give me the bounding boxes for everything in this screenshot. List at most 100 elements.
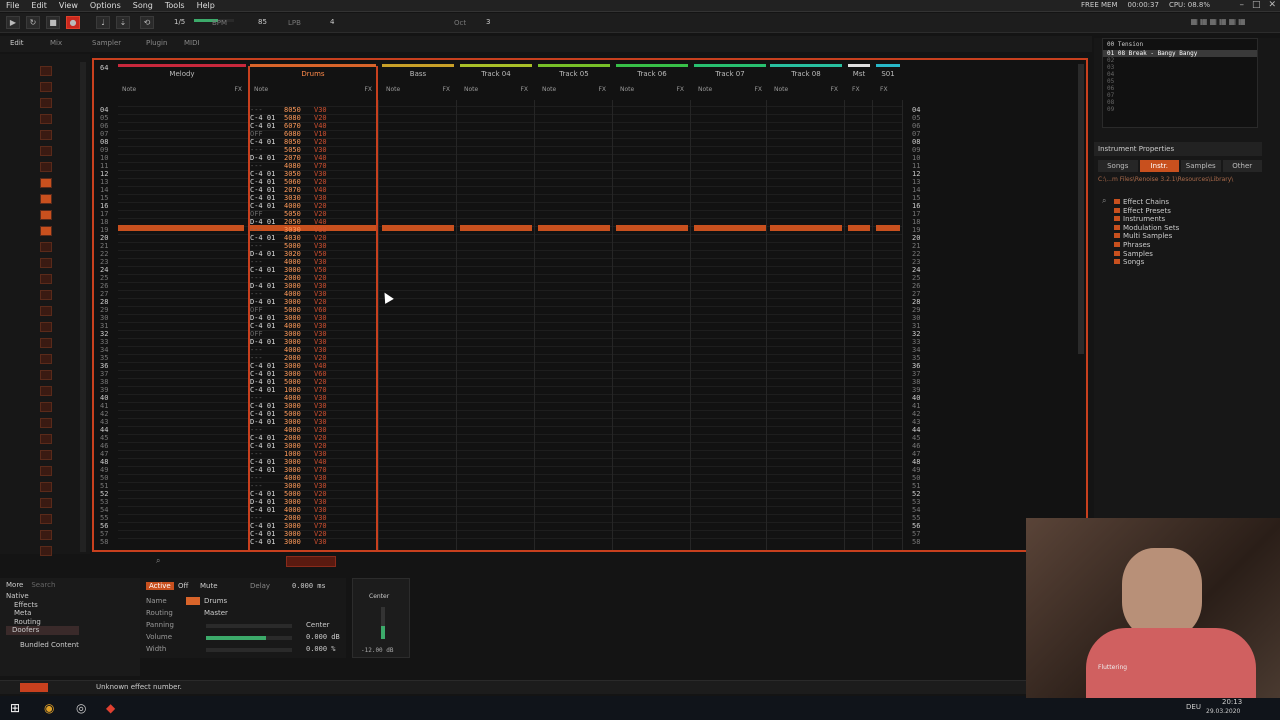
tab-more[interactable]: More [6,581,23,589]
sequence-slot[interactable] [40,274,52,284]
sequence-slot[interactable] [40,418,52,428]
instrument-item[interactable]: 09 [1103,106,1257,113]
volume-slider[interactable] [206,636,292,640]
instrument-properties-header[interactable]: Instrument Properties [1094,142,1262,156]
chrome-icon[interactable]: ◉ [44,701,54,715]
sequence-slot[interactable] [40,466,52,476]
folder-item[interactable]: Modulation Sets [1114,224,1179,233]
clock-date[interactable]: 29.03.2020 [1206,708,1240,715]
mute-solo-buttons[interactable] [286,556,336,567]
sequence-slot[interactable] [40,322,52,332]
off-toggle[interactable]: Off [178,582,188,590]
loop-icon[interactable]: ↻ [26,16,40,29]
track-header-track04[interactable]: Track 04 Note FX [460,64,532,100]
sequence-slot[interactable] [40,498,52,508]
sequence-slot[interactable] [40,370,52,380]
lpb-value[interactable]: 4 [330,18,334,26]
tab-plugin[interactable]: Plugin [146,39,167,47]
menu-options[interactable]: Options [84,1,127,10]
metronome-icon[interactable]: ♩ [96,16,110,29]
sequence-slot[interactable] [40,514,52,524]
sequence-slot[interactable] [40,82,52,92]
tab-instruments[interactable]: Instr. [1139,160,1179,172]
track-name-field[interactable]: Drums [204,597,227,605]
language-indicator[interactable]: DEU [1186,703,1201,711]
track-color-swatch[interactable] [186,597,200,605]
sequence-slot[interactable] [40,66,52,76]
instrument-list[interactable]: 00 Tension 01 08 Break - Bangy Bangy 02 … [1102,38,1258,128]
sequence-slot[interactable] [40,482,52,492]
menu-edit[interactable]: Edit [25,1,53,10]
instrument-item[interactable]: 08 [1103,99,1257,106]
bpm-value[interactable]: 85 [258,18,267,26]
tree-item-selected[interactable]: Doofers [6,626,79,635]
search-icon[interactable]: ⌕ [1102,196,1106,206]
mute-toggle[interactable]: Mute [200,582,218,590]
tab-songs[interactable]: Songs [1098,160,1138,172]
maximize-icon[interactable]: □ [1252,0,1261,10]
sequencer-scrollbar[interactable] [80,62,86,552]
pattern-scrollbar[interactable] [1078,64,1084,354]
instrument-item[interactable]: 03 [1103,64,1257,71]
track-header-track05[interactable]: Track 05 Note FX [538,64,610,100]
sequence-slot[interactable] [40,130,52,140]
tab-mix[interactable]: Mix [50,39,62,47]
routing-select[interactable]: Master [204,609,228,617]
sequence-slot[interactable] [40,546,52,556]
menu-song[interactable]: Song [127,1,159,10]
panning-slider[interactable] [206,624,292,628]
active-toggle[interactable]: Active [146,582,174,590]
sequence-slot[interactable] [40,114,52,124]
sequence-slot[interactable] [40,450,52,460]
sequence-slot[interactable] [40,306,52,316]
tree-item[interactable]: Effects [6,601,79,610]
instrument-item[interactable]: 06 [1103,85,1257,92]
menu-view[interactable]: View [53,1,84,10]
instrument-item[interactable]: 02 [1103,57,1257,64]
menu-tools[interactable]: Tools [159,1,191,10]
instrument-item-selected[interactable]: 01 08 Break - Bangy Bangy [1103,50,1257,57]
menu-help[interactable]: Help [191,1,221,10]
tree-item[interactable]: Native [6,592,79,601]
sequence-slot-active[interactable] [40,194,52,204]
track-header-bass[interactable]: Bass Note FX [382,64,454,100]
track-header-track08[interactable]: Track 08 Note FX [770,64,842,100]
follow-icon[interactable]: ⇣ [116,16,130,29]
track-header-melody[interactable]: Melody Note FX [118,64,246,100]
sequence-slot[interactable] [40,162,52,172]
sequence-slot[interactable] [40,402,52,412]
stop-icon[interactable]: ■ [46,16,60,29]
sequence-slot[interactable] [40,242,52,252]
octave-value[interactable]: 3 [486,18,490,26]
app-icon[interactable]: ◎ [76,701,86,715]
folder-item[interactable]: Effect Chains [1114,198,1179,207]
search-field[interactable]: Search [31,581,55,589]
pattern-editor[interactable]: 64 Melody Note FX Drums Note FX Bass Note F… [92,58,1088,552]
tab-edit[interactable]: Edit [10,39,24,47]
sequence-slot[interactable] [40,338,52,348]
layout-presets[interactable]: ▦▦▦▦▦▦ [1184,16,1254,29]
sequence-slot[interactable] [40,146,52,156]
tab-samples[interactable]: Samples [1181,160,1221,172]
vu-meter[interactable] [381,607,385,639]
renoise-icon[interactable]: ◆ [106,701,115,715]
sequence-slot-active[interactable] [40,210,52,220]
menu-file[interactable]: File [0,1,25,10]
instrument-item[interactable]: 05 [1103,78,1257,85]
windows-start-icon[interactable]: ⊞ [10,701,20,715]
sequence-slot-active[interactable] [40,178,52,188]
sequence-slot[interactable] [40,354,52,364]
track-header-master[interactable]: Mst FX [848,64,870,100]
track-header-track07[interactable]: Track 07 Note FX [694,64,766,100]
sequence-slot[interactable] [40,530,52,540]
tab-sampler[interactable]: Sampler [92,39,121,47]
search-icon[interactable]: ⌕ [156,556,160,566]
track-header-send01[interactable]: S01 FX [876,64,900,100]
instrument-item[interactable]: 04 [1103,71,1257,78]
clock-time[interactable]: 20:13 [1222,698,1242,706]
tree-item[interactable]: Routing [6,618,79,627]
tab-midi[interactable]: MIDI [184,39,200,47]
width-slider[interactable] [206,648,292,652]
folder-item[interactable]: Phrases [1114,241,1179,250]
browser-path[interactable]: C:\...m Files\Renoise 3.2.1\Resources\Li… [1098,176,1233,183]
